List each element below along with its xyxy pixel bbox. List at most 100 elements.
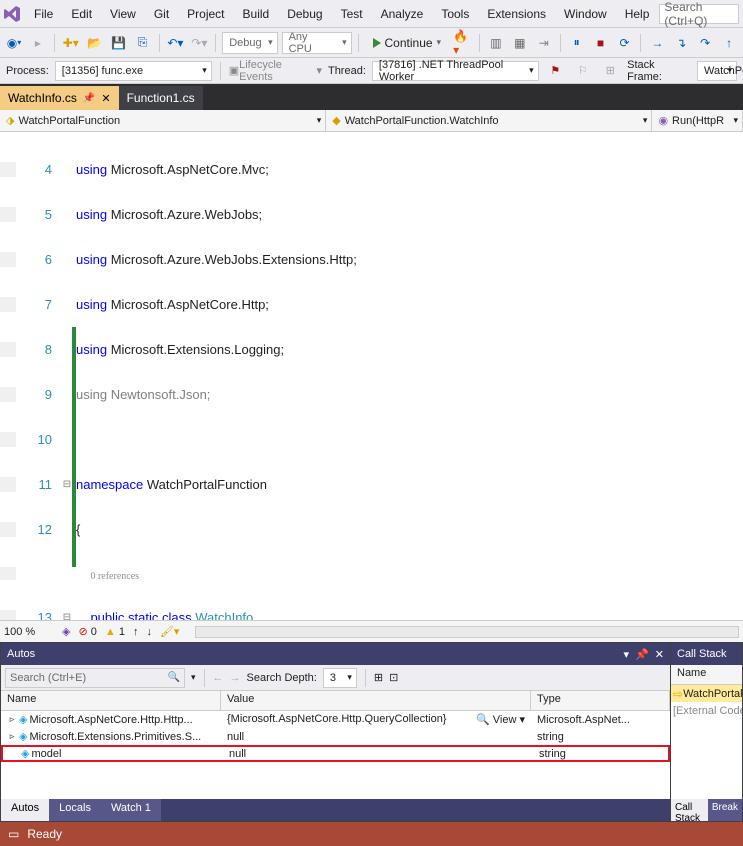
autos-search-input[interactable]: Search (Ctrl+E): [5, 668, 185, 688]
standard-toolbar: ◉▾ ▸ ✚▾ 📂 💾 ⎘ ↶▾ ↷▾ Debug Any CPU Contin…: [0, 28, 743, 58]
debug-location-toolbar: Process: [31356] func.exe ▣ Lifecycle Ev…: [0, 58, 743, 84]
autos-toolbar: Search (Ctrl+E) ▾ ← → Search Depth: 3 ⊞ …: [1, 665, 670, 691]
tab-locals[interactable]: Locals: [49, 799, 101, 821]
nav-down-button[interactable]: ↓: [146, 626, 152, 638]
save-all-button[interactable]: ⎘: [133, 32, 153, 54]
solution-platform-combo[interactable]: Any CPU: [282, 32, 352, 54]
status-bar: ▭ Ready: [0, 822, 743, 846]
zoom-level[interactable]: 100 %: [4, 626, 54, 638]
restart-button[interactable]: ⟳: [615, 32, 635, 54]
nav-member-combo[interactable]: ◉Run(HttpR: [652, 110, 743, 131]
autos-title-bar[interactable]: Autos ▾ 📌 ✕: [1, 643, 670, 665]
stop-button[interactable]: ■: [591, 32, 611, 54]
callstack-title-bar[interactable]: Call Stack: [671, 643, 742, 665]
tab-watchinfo[interactable]: WatchInfo.cs 📌 ✕: [0, 86, 119, 110]
undo-button[interactable]: ↶▾: [165, 32, 185, 54]
tab-watch1[interactable]: Watch 1: [101, 799, 161, 821]
hot-reload-button[interactable]: 🔥▾: [453, 32, 473, 54]
process-label: Process:: [6, 65, 49, 77]
new-project-button[interactable]: ✚▾: [61, 32, 81, 54]
solution-config-combo[interactable]: Debug: [222, 32, 277, 54]
menu-test[interactable]: Test: [333, 3, 371, 25]
callstack-window: Call Stack Name ⇨ WatchPortalFu [Externa…: [671, 642, 743, 822]
breakpoint-button[interactable]: ⊞: [600, 60, 622, 82]
document-tabstrip: WatchInfo.cs 📌 ✕ Function1.cs: [0, 84, 743, 110]
col-type-header[interactable]: Type: [531, 691, 670, 710]
pause-button[interactable]: ⏸: [567, 32, 587, 54]
step-over-button[interactable]: ↷: [695, 32, 715, 54]
autos-row[interactable]: ▹◈ Microsoft.AspNetCore.Http.Http... {Mi…: [1, 711, 670, 728]
menu-build[interactable]: Build: [235, 3, 278, 25]
autos-row[interactable]: ▹◈ Microsoft.Extensions.Primitives.S... …: [1, 728, 670, 745]
horizontal-scrollbar[interactable]: [195, 626, 739, 638]
toggle-button-2[interactable]: ⊡: [389, 671, 398, 684]
callstack-row[interactable]: [External Code: [671, 702, 742, 719]
nav-type-combo[interactable]: ◆WatchPortalFunction.WatchInfo: [326, 110, 652, 131]
output-icon[interactable]: ▭: [8, 827, 19, 841]
tab-function1[interactable]: Function1.cs: [119, 86, 203, 110]
nav-scope-combo[interactable]: ⬗WatchPortalFunction: [0, 110, 326, 131]
search-depth-combo[interactable]: 3: [323, 668, 357, 688]
brush-icon[interactable]: 🖌▾: [160, 625, 180, 638]
autos-grid-body: ▹◈ Microsoft.AspNetCore.Http.Http... {Mi…: [1, 711, 670, 799]
col-name-header[interactable]: Name: [1, 691, 221, 710]
menu-file[interactable]: File: [26, 3, 61, 25]
continue-label: Continue: [385, 36, 433, 50]
step-into-button[interactable]: ↴: [671, 32, 691, 54]
window-layout-button[interactable]: ▥: [486, 32, 506, 54]
pin-icon[interactable]: 📌: [83, 93, 95, 104]
menu-edit[interactable]: Edit: [63, 3, 100, 25]
step-out-button[interactable]: ↑: [719, 32, 739, 54]
redo-button[interactable]: ↷▾: [189, 32, 209, 54]
tab-breakpoints[interactable]: Break: [708, 799, 742, 821]
tab-autos[interactable]: Autos: [1, 799, 49, 821]
code-editor[interactable]: 4using Microsoft.AspNetCore.Mvc; 5using …: [0, 132, 743, 620]
forward-button[interactable]: ▸: [28, 32, 48, 54]
stackframe-combo[interactable]: WatchPo: [697, 61, 737, 81]
lifecycle-events-button[interactable]: ▣ Lifecycle Events ▾: [229, 60, 322, 82]
tab-callstack[interactable]: Call Stack: [671, 799, 708, 821]
toggle-button-1[interactable]: ⊞: [374, 671, 383, 684]
search-nav-fwd-button[interactable]: →: [230, 672, 241, 684]
window-options-icon[interactable]: ▾: [624, 648, 630, 661]
quick-launch-search[interactable]: Search (Ctrl+Q): [659, 4, 739, 24]
flag-button[interactable]: ⚑: [545, 60, 567, 82]
callstack-row[interactable]: ⇨ WatchPortalFu: [671, 685, 742, 702]
tab-label: Function1.cs: [127, 91, 195, 105]
thread-button[interactable]: ⚐: [572, 60, 594, 82]
play-icon: [373, 38, 381, 48]
search-nav-back-button[interactable]: ←: [213, 672, 224, 684]
menu-analyze[interactable]: Analyze: [373, 3, 432, 25]
stackframe-label: Stack Frame:: [627, 59, 691, 83]
menu-help[interactable]: Help: [617, 3, 658, 25]
save-button[interactable]: 💾: [109, 32, 129, 54]
callstack-col-header[interactable]: Name: [671, 665, 742, 685]
thread-combo[interactable]: [37816] .NET ThreadPool Worker: [372, 61, 539, 81]
process-combo[interactable]: [31356] func.exe: [55, 61, 212, 81]
autos-row-highlighted[interactable]: ◈ model null string: [1, 745, 670, 762]
nav-up-button[interactable]: ↑: [133, 626, 139, 638]
menu-tools[interactable]: Tools: [433, 3, 477, 25]
menu-extensions[interactable]: Extensions: [479, 3, 554, 25]
diagnostic-button[interactable]: ▦: [510, 32, 530, 54]
col-value-header[interactable]: Value: [221, 691, 531, 710]
menu-project[interactable]: Project: [179, 3, 232, 25]
error-count[interactable]: ⊘ 0: [78, 625, 96, 638]
editor-status-strip: 100 % ◈ ⊘ 0 ▲ 1 ↑ ↓ 🖌▾: [0, 620, 743, 642]
warning-count[interactable]: ▲ 1: [105, 626, 125, 638]
menu-view[interactable]: View: [102, 3, 144, 25]
menu-window[interactable]: Window: [556, 3, 615, 25]
menu-debug[interactable]: Debug: [279, 3, 330, 25]
continue-button[interactable]: Continue ▾: [365, 32, 450, 54]
menu-git[interactable]: Git: [146, 3, 177, 25]
thread-label: Thread:: [328, 65, 366, 77]
pin-icon[interactable]: 📌: [635, 648, 649, 661]
back-button[interactable]: ◉▾: [4, 32, 24, 54]
step-button[interactable]: ⇥: [534, 32, 554, 54]
close-icon[interactable]: ✕: [655, 648, 664, 661]
show-next-statement-button[interactable]: →: [647, 32, 667, 54]
callstack-tabstrip: Call Stack Break: [671, 799, 742, 821]
health-indicator-icon[interactable]: ◈: [62, 625, 70, 638]
close-icon[interactable]: ✕: [101, 92, 110, 105]
open-button[interactable]: 📂: [85, 32, 105, 54]
